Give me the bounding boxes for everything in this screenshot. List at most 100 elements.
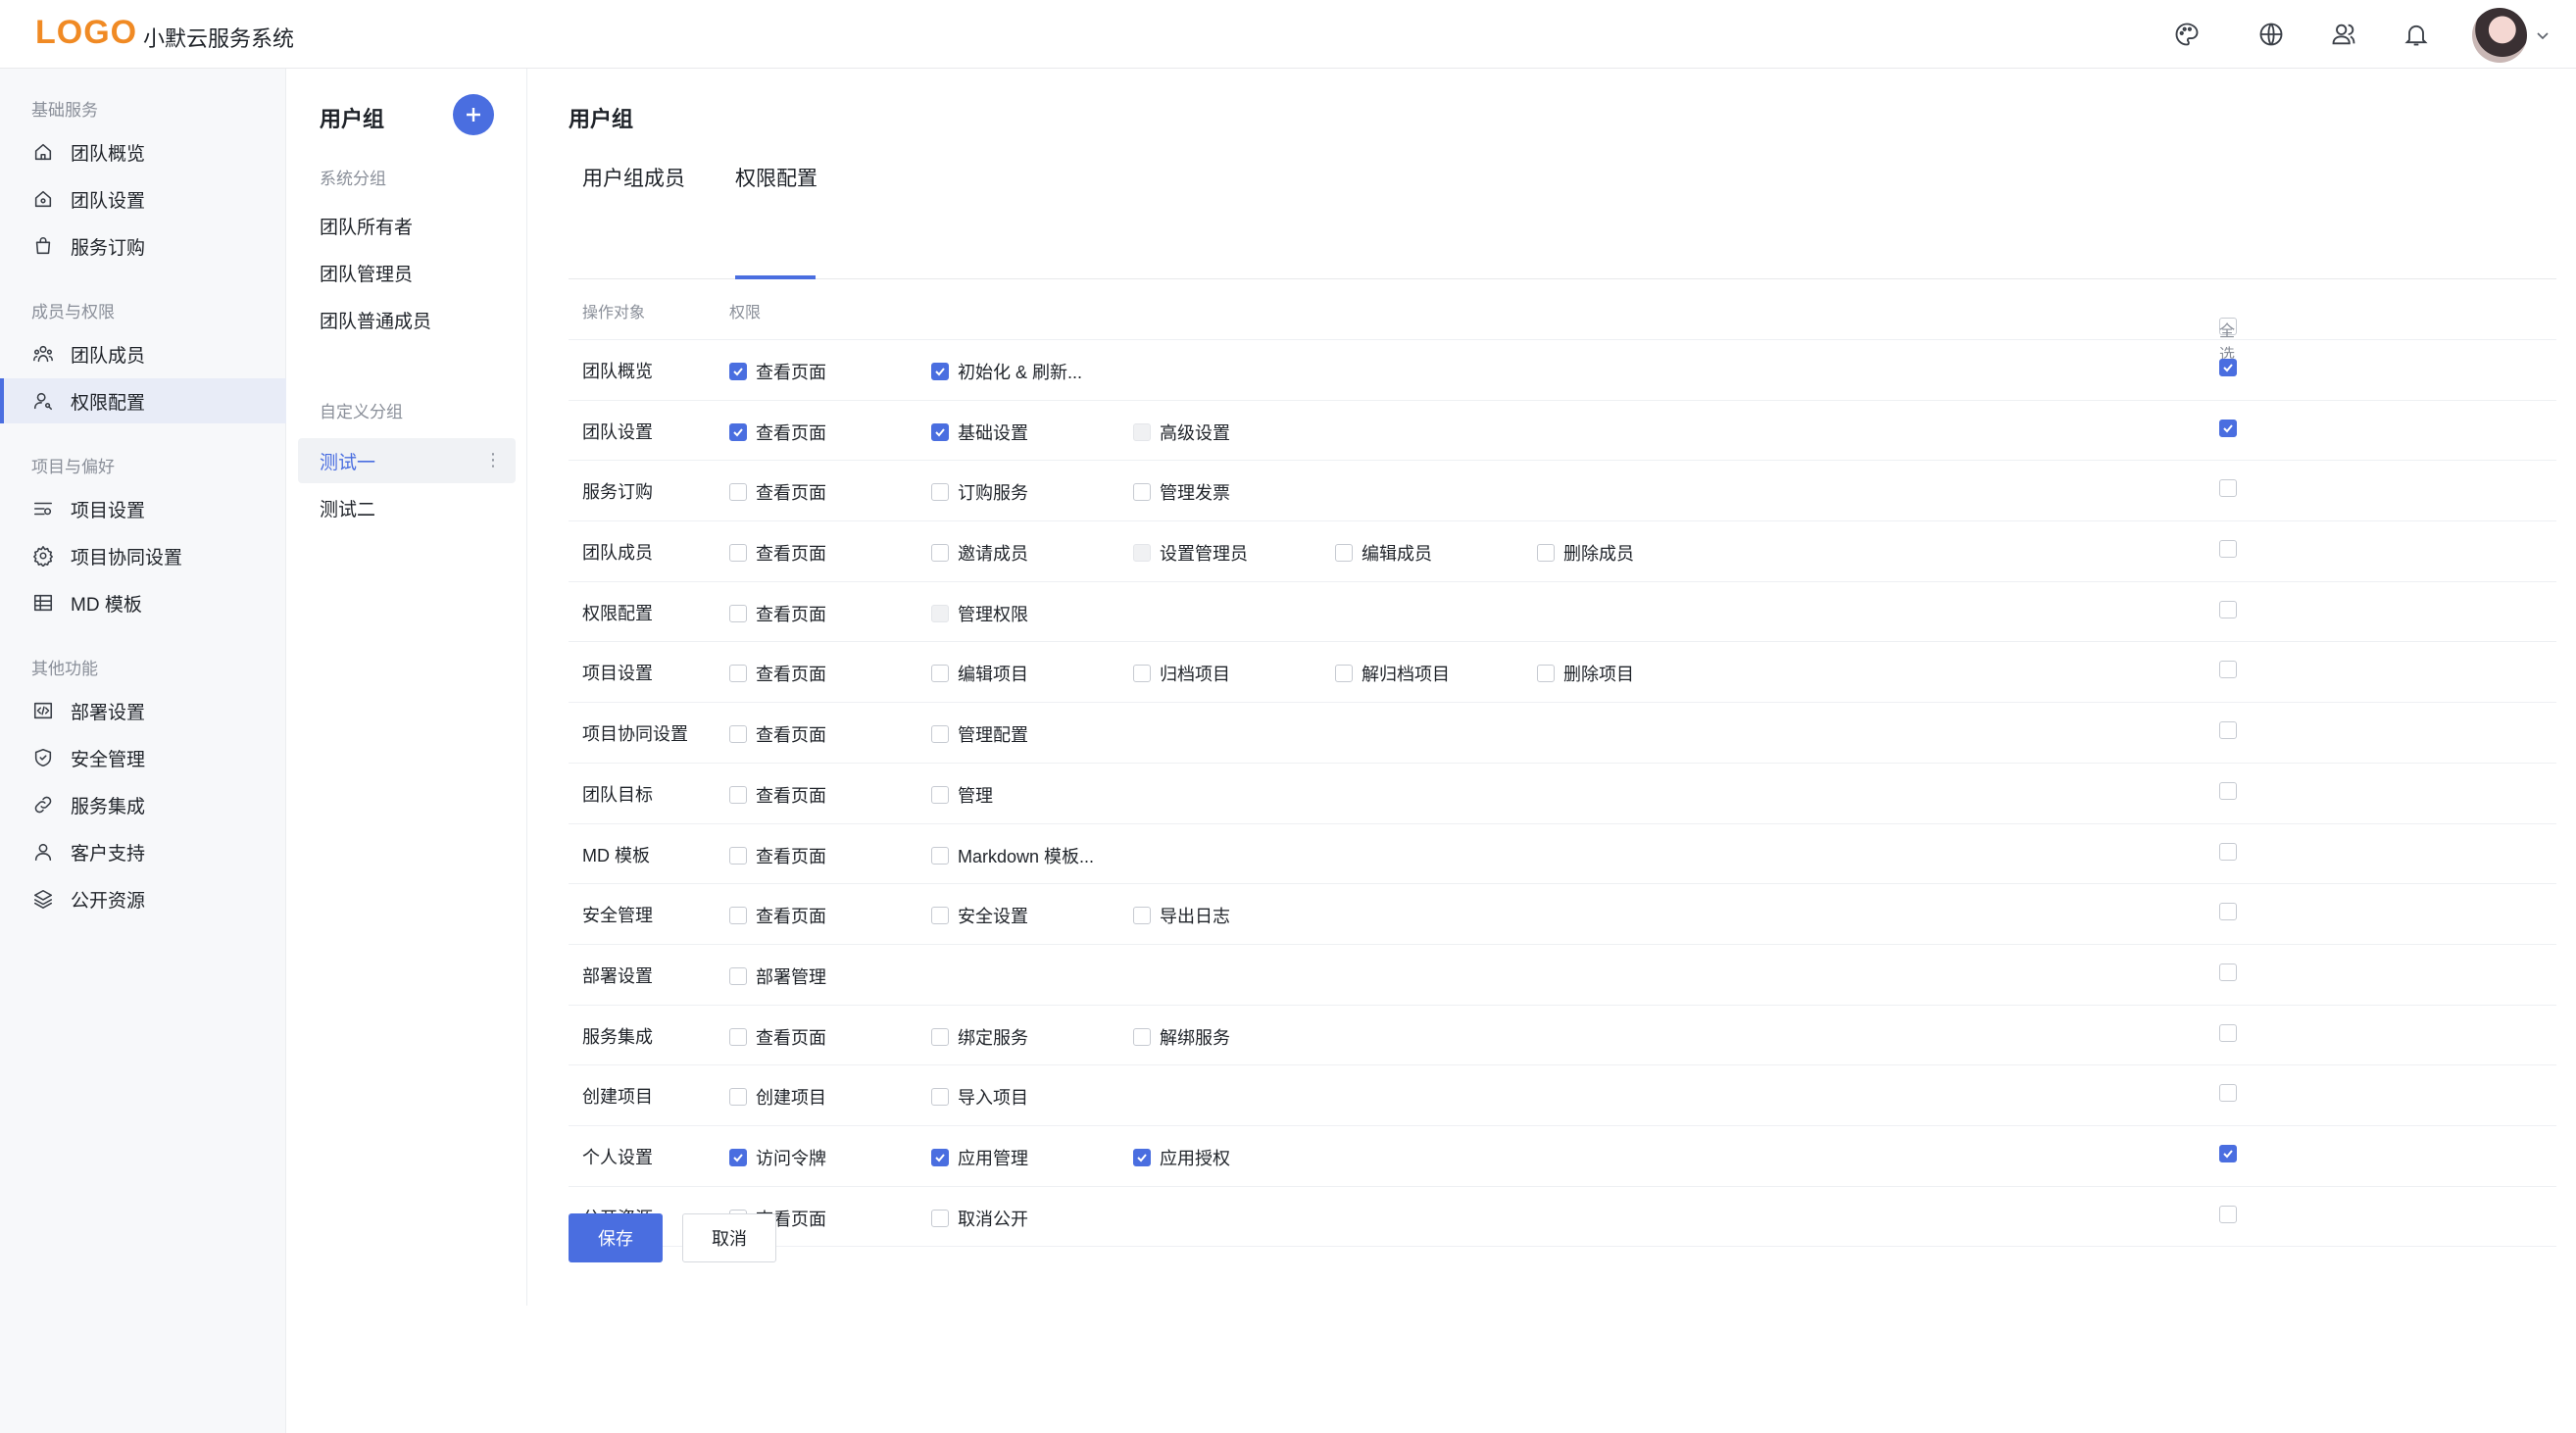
permission-checkbox[interactable]: 安全设置 [931,903,1028,928]
checkbox[interactable] [729,846,747,865]
row-select-all-checkbox[interactable] [2219,479,2246,498]
permission-checkbox[interactable]: 导出日志 [1133,903,1230,928]
checkbox[interactable] [931,544,949,563]
permission-checkbox[interactable]: 查看页面 [729,479,826,505]
permission-checkbox[interactable]: 管理 [931,782,993,808]
permission-checkbox[interactable]: 解绑服务 [1133,1024,1230,1050]
row-select-all-checkbox[interactable] [2219,903,2246,921]
permission-checkbox[interactable]: 基础设置 [931,420,1028,445]
users-icon[interactable] [2329,20,2358,49]
row-select-all-checkbox[interactable] [2219,419,2246,437]
group-item[interactable]: 测试二 [298,485,516,530]
checkbox[interactable] [1133,1027,1151,1046]
permission-checkbox[interactable]: 管理配置 [931,721,1028,747]
permission-checkbox[interactable]: 访问令牌 [729,1145,826,1170]
checkbox[interactable] [2219,721,2237,740]
permission-checkbox[interactable]: 邀请成员 [931,540,1028,566]
permission-checkbox[interactable]: 查看页面 [729,359,826,384]
checkbox[interactable] [1133,483,1151,502]
checkbox[interactable] [729,907,747,925]
checkbox[interactable] [2219,419,2237,437]
more-icon[interactable]: ⋮ [484,450,502,470]
row-select-all-checkbox[interactable] [2219,1144,2246,1162]
chevron-down-icon[interactable] [2533,25,2552,45]
group-item[interactable]: 团队所有者 [298,203,516,248]
checkbox[interactable] [729,422,747,441]
checkbox[interactable] [931,483,949,502]
permission-checkbox[interactable]: 删除项目 [1537,661,1634,686]
checkbox[interactable] [2219,600,2237,618]
permission-checkbox[interactable]: 取消公开 [931,1206,1028,1231]
row-select-all-checkbox[interactable] [2219,540,2246,559]
checkbox[interactable] [2219,903,2237,921]
checkbox[interactable] [2219,781,2237,800]
row-select-all-checkbox[interactable] [2219,1084,2246,1103]
checkbox[interactable] [1335,665,1353,683]
checkbox[interactable] [1537,544,1555,563]
sidebar-item[interactable]: 服务订购 [0,223,286,269]
permission-checkbox[interactable]: 绑定服务 [931,1024,1028,1050]
checkbox[interactable] [2219,359,2237,376]
sidebar-item[interactable]: 公开资源 [0,876,286,921]
checkbox[interactable] [931,1148,949,1166]
permission-checkbox[interactable]: 初始化 & 刷新... [931,359,1082,384]
row-select-all-checkbox[interactable] [2219,963,2246,981]
permission-checkbox[interactable]: 查看页面 [729,843,826,868]
checkbox[interactable] [2219,661,2237,679]
group-item-active[interactable]: 测试一 ⋮ [298,438,516,483]
checkbox[interactable] [1335,544,1353,563]
logo[interactable]: LOGO [35,14,137,52]
row-select-all-checkbox[interactable] [2219,1205,2246,1223]
checkbox[interactable] [931,1027,949,1046]
permission-checkbox[interactable]: 管理发票 [1133,479,1230,505]
permission-checkbox[interactable]: 查看页面 [729,782,826,808]
permission-checkbox[interactable]: 归档项目 [1133,661,1230,686]
checkbox[interactable] [2219,479,2237,498]
sidebar-item[interactable]: 服务集成 [0,782,286,827]
permission-checkbox[interactable]: 编辑成员 [1335,540,1432,566]
checkbox[interactable] [931,725,949,744]
bell-icon[interactable] [2402,20,2431,49]
globe-icon[interactable] [2256,20,2286,49]
permission-checkbox[interactable]: 查看页面 [729,721,826,747]
row-select-all-checkbox[interactable] [2219,600,2246,618]
checkbox[interactable] [931,846,949,865]
checkbox[interactable] [1133,907,1151,925]
tab-members[interactable]: 用户组成员 [582,163,685,282]
checkbox[interactable] [931,907,949,925]
sidebar-item[interactable]: 项目协同设置 [0,533,286,578]
permission-checkbox[interactable]: 查看页面 [729,420,826,445]
sidebar-item[interactable]: 安全管理 [0,735,286,780]
sidebar-item[interactable]: 部署设置 [0,688,286,733]
permission-checkbox[interactable]: 查看页面 [729,1024,826,1050]
checkbox[interactable] [931,785,949,804]
checkbox[interactable] [931,363,949,380]
sidebar-item[interactable]: 团队概览 [0,129,286,174]
checkbox[interactable] [2219,540,2237,559]
checkbox[interactable] [729,725,747,744]
permission-checkbox[interactable]: 部署管理 [729,964,826,989]
permission-checkbox[interactable]: 查看页面 [729,540,826,566]
permission-checkbox[interactable]: 订购服务 [931,479,1028,505]
checkbox[interactable] [931,665,949,683]
checkbox[interactable] [2219,1084,2237,1103]
permission-checkbox[interactable]: 解归档项目 [1335,661,1450,686]
row-select-all-checkbox[interactable] [2219,661,2246,679]
group-item[interactable]: 团队普通成员 [298,297,516,342]
cancel-button[interactable]: 取消 [682,1213,776,1262]
checkbox[interactable] [729,363,747,380]
group-item[interactable]: 团队管理员 [298,250,516,295]
row-select-all-checkbox[interactable] [2219,1023,2246,1042]
permission-checkbox[interactable]: 导入项目 [931,1084,1028,1110]
row-select-all-checkbox[interactable] [2219,781,2246,800]
checkbox[interactable] [729,1088,747,1107]
checkbox[interactable] [729,785,747,804]
row-select-all-checkbox[interactable] [2219,721,2246,740]
checkbox[interactable] [2219,1205,2237,1223]
avatar[interactable] [2472,8,2527,63]
checkbox[interactable] [931,422,949,441]
checkbox[interactable] [931,1088,949,1107]
row-select-all-checkbox[interactable] [2219,842,2246,861]
permission-checkbox[interactable]: 查看页面 [729,661,826,686]
permission-checkbox[interactable]: 查看页面 [729,903,826,928]
